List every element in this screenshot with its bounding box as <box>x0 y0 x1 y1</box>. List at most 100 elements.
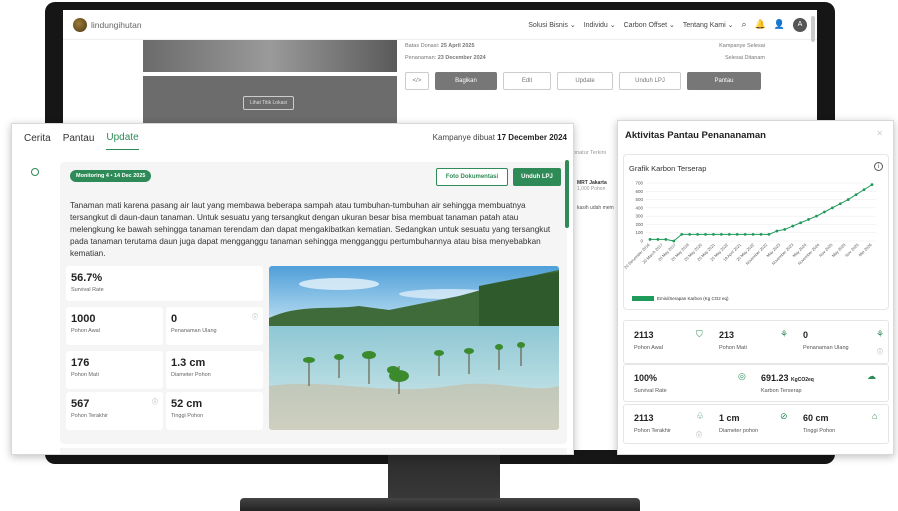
tab-cerita[interactable]: Cerita <box>24 127 51 150</box>
share-button[interactable]: Bagikan <box>435 72 497 90</box>
stat-label: Diameter Pohon <box>171 372 211 378</box>
tab-pantau[interactable]: Pantau <box>63 127 95 150</box>
panel-scrollbar[interactable] <box>565 160 569 228</box>
data-point <box>696 232 699 236</box>
info-icon[interactable]: ⓘ <box>252 312 258 321</box>
data-point <box>656 237 660 241</box>
metric-carbon: 691.23 KgCO2eq Karbon Terserap <box>761 373 814 394</box>
side-donor-name: MRT Jakarta 1,000 Pohon <box>577 180 607 192</box>
y-tick-label: 400 <box>635 205 643 210</box>
data-point <box>688 232 692 236</box>
monitoring-description: Tanaman mati karena pasang air laut yang… <box>70 201 551 258</box>
metric-survival-rate: 100% Survival Rate <box>634 373 667 394</box>
metric-value: 2113 <box>634 330 654 340</box>
data-point <box>854 193 858 196</box>
documentation-photo-button[interactable]: Foto Dokumentasi <box>436 168 508 186</box>
dead-tree-icon: ⚘ <box>780 329 789 339</box>
user-group-icon[interactable]: 👤 <box>774 19 785 30</box>
metric-value: 100% <box>634 373 658 383</box>
metric-label: Pohon Mati <box>719 345 747 351</box>
metric-dead-trees: 213 Pohon Mati <box>719 330 747 351</box>
site-navbar: lindungihutan Solusi Bisnis ⌄ Individu ⌄… <box>63 10 817 40</box>
metric-value: 213 <box>719 330 735 340</box>
nav-links: Solusi Bisnis ⌄ Individu ⌄ Carbon Offset… <box>528 17 807 32</box>
stat-replanting: 0 Penanaman Ulang ⓘ <box>166 307 263 345</box>
metric-value: 691.23 KgCO2eq <box>761 373 814 383</box>
diameter-icon: ⊘ <box>780 411 788 421</box>
download-lpj-button[interactable]: Unduh LPJ <box>619 72 681 90</box>
search-icon[interactable]: ⌕ <box>742 19 747 30</box>
stat-value: 176 <box>71 357 90 369</box>
next-monitoring-card <box>60 448 567 454</box>
campaign-info: Batas Donasi: 25 April 2025 Kampanye Sel… <box>405 43 765 67</box>
view-location-button[interactable]: Lihat Titik Lokasi <box>243 96 294 110</box>
stat-value: 52 cm <box>171 398 203 410</box>
data-point <box>799 221 803 225</box>
notification-icon[interactable]: 🔔 <box>755 19 766 30</box>
data-point <box>767 232 771 236</box>
metric-value: 0 <box>803 330 809 340</box>
mangrove-photo-image <box>269 266 559 430</box>
metric-value: 60 cm <box>803 413 829 423</box>
stage: lindungihutan Solusi Bisnis ⌄ Individu ⌄… <box>0 0 898 511</box>
nav-solusi-bisnis[interactable]: Solusi Bisnis ⌄ <box>528 21 576 29</box>
monitor-button[interactable]: Pantau <box>687 72 761 90</box>
tree-pot-icon: ⛉ <box>696 329 703 339</box>
y-tick-label: 600 <box>635 189 643 194</box>
metric-label: Survival Rate <box>634 388 667 394</box>
metric-diameter: 1 cm Diameter pohon <box>719 413 758 434</box>
data-point <box>751 232 755 236</box>
nav-individu[interactable]: Individu ⌄ <box>584 21 616 29</box>
metric-label: Karbon Terserap <box>761 388 802 394</box>
metrics-row-1: 2113 Pohon Awal ⛉ 213 Pohon Mati ⚘ 0 Pen… <box>623 320 889 364</box>
monitoring-card: Monitoring 4 • 14 Dec 2025 Foto Dokument… <box>60 162 567 444</box>
edit-button[interactable]: Edit <box>503 72 551 90</box>
side-thanks: kasih udah mem <box>577 205 614 211</box>
info-icon[interactable]: i <box>874 162 883 171</box>
page-scrollbar[interactable] <box>811 16 815 42</box>
data-point <box>727 232 731 236</box>
sprout-icon: ♧ <box>696 411 705 421</box>
stat-value: 567 <box>71 398 90 410</box>
y-tick-label: 700 <box>635 181 643 186</box>
y-tick-label: 300 <box>635 214 643 219</box>
campaign-created: Kampanye dibuat 17 December 2024 <box>433 133 567 142</box>
data-point <box>846 198 850 201</box>
metric-value: 2113 <box>634 413 654 423</box>
stat-label: Tinggi Pohon <box>171 413 204 419</box>
info-icon[interactable]: ⓘ <box>696 430 702 439</box>
embed-code-button[interactable]: </> <box>405 72 429 90</box>
data-point <box>838 202 842 206</box>
download-lpj-button[interactable]: Unduh LPJ <box>513 168 561 186</box>
tab-update[interactable]: Update <box>106 126 139 150</box>
avatar[interactable]: A <box>793 17 807 32</box>
data-point <box>680 232 684 236</box>
stat-value: 0 <box>171 313 178 325</box>
stat-label: Pohon Awal <box>71 328 100 334</box>
mangrove-photo[interactable] <box>269 266 559 430</box>
stat-label: Survival Rate <box>71 287 104 293</box>
metric-replanting: 0 Penanaman Ulang <box>803 330 849 351</box>
site-logo[interactable]: lindungihutan <box>73 17 142 32</box>
chart-title: Grafik Karbon Terserap <box>629 164 707 173</box>
nav-carbon-offset[interactable]: Carbon Offset ⌄ <box>624 21 675 29</box>
update-button[interactable]: Update <box>557 72 613 90</box>
close-icon[interactable]: ✕ <box>876 129 883 138</box>
planting-date: 23 December 2024 <box>437 55 486 61</box>
data-point <box>830 206 834 210</box>
info-icon[interactable]: ⓘ <box>152 397 158 406</box>
nav-tentang-kami[interactable]: Tentang Kami ⌄ <box>683 21 734 29</box>
planting-status: Selesai Ditanam <box>724 55 765 61</box>
monitoring-activity-panel: Aktivitas Pantau Penananaman ✕ Grafik Ka… <box>617 120 894 455</box>
y-tick-label: 0 <box>640 239 643 244</box>
donation-deadline-label: Batas Donasi: <box>405 43 440 49</box>
y-tick-label: 500 <box>635 197 643 202</box>
info-icon[interactable]: ⓘ <box>877 347 883 356</box>
monitoring-badge: Monitoring 4 • 14 Dec 2025 <box>70 170 152 182</box>
campaign-status: Kampanye Selesai <box>719 43 765 49</box>
survival-icon: ◎ <box>738 371 746 381</box>
height-icon: ⌂ <box>872 411 878 421</box>
data-point <box>712 232 715 236</box>
panel-title: Aktivitas Pantau Penananaman <box>625 130 766 141</box>
y-tick-label: 100 <box>635 230 643 235</box>
